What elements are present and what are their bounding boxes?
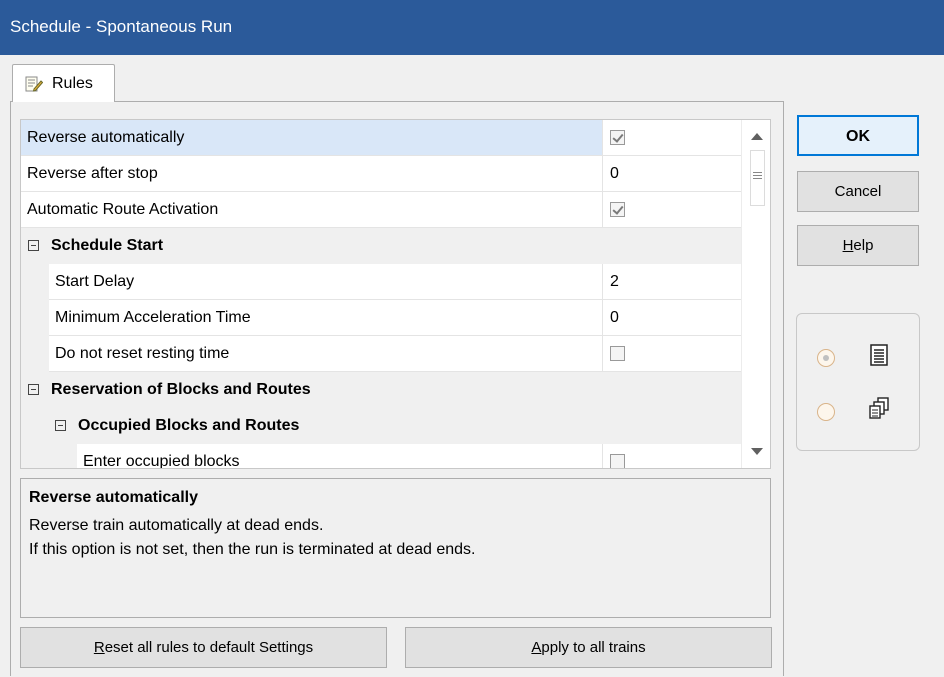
scroll-down-icon[interactable] [751,448,763,455]
rule-row-automatic-route-activation[interactable]: Automatic Route Activation [21,192,741,228]
tab-rules[interactable]: Rules [12,64,115,102]
single-list-icon [870,344,888,366]
indent-margin [21,336,49,372]
apply-label: pply to all trains [541,639,646,656]
rule-row-do-not-reset-resting-time[interactable]: Do not reset resting time [21,336,741,372]
vertical-scrollbar[interactable] [741,120,770,468]
title-bar: Schedule - Spontaneous Run [0,0,944,55]
reset-accelerator: R [93,639,105,656]
grip-line [753,175,762,176]
help-button[interactable]: Help [797,225,919,266]
scroll-up-icon[interactable] [751,133,763,140]
collapse-icon[interactable] [28,240,39,251]
grip-line [753,172,762,173]
help-label: elp [853,237,874,254]
reverse-automatically-checkbox[interactable] [610,130,625,145]
rule-label: Reverse automatically [21,120,603,156]
description-text-line1: Reverse train automatically at dead ends… [29,517,324,534]
rule-label: Minimum Acceleration Time [49,300,603,336]
indent-margin [21,444,77,468]
rule-row-reverse-automatically[interactable]: Reverse automatically [21,120,741,156]
minimum-acceleration-time-value[interactable]: 0 [603,300,741,336]
category-label: Reservation of Blocks and Routes [51,381,311,398]
collapse-icon[interactable] [28,384,39,395]
automatic-route-activation-checkbox[interactable] [610,202,625,217]
rule-label: Start Delay [49,264,603,300]
description-text-line2: If this option is not set, then the run … [29,541,476,558]
indent-margin [21,300,49,336]
category-header: Reservation of Blocks and Routes [21,372,741,408]
category-occupied-blocks-and-routes[interactable]: Occupied Blocks and Routes [21,408,741,444]
collapse-icon[interactable] [55,420,66,431]
start-delay-value[interactable]: 2 [603,264,741,300]
scroll-thumb[interactable] [750,150,765,206]
rule-label: Enter occupied blocks [77,444,603,468]
rule-row-reverse-after-stop[interactable]: Reverse after stop 0 [21,156,741,192]
description-panel: Reverse automatically Reverse train auto… [20,478,771,618]
apply-accelerator: A [531,639,542,656]
indent-margin [21,264,49,300]
rule-row-start-delay[interactable]: Start Delay 2 [21,264,741,300]
cancel-button[interactable]: Cancel [797,171,919,212]
do-not-reset-resting-time-checkbox[interactable] [610,346,625,361]
rules-edit-icon [25,76,43,92]
rule-row-enter-occupied-blocks[interactable]: Enter occupied blocks [21,444,741,468]
rule-label: Reverse after stop [21,156,603,192]
rule-label: Do not reset resting time [49,336,603,372]
description-title: Reverse automatically [29,489,198,506]
reset-all-rules-button[interactable]: Reset all rules to default Settings [20,627,387,668]
rule-row-minimum-acceleration-time[interactable]: Minimum Acceleration Time 0 [21,300,741,336]
view-single-radio[interactable] [817,349,835,367]
apply-to-all-trains-button[interactable]: Apply to all trains [405,627,772,668]
enter-occupied-blocks-checkbox[interactable] [610,454,625,468]
rule-label: Automatic Route Activation [21,192,603,228]
multi-copy-icon [869,397,889,419]
category-reservation-of-blocks[interactable]: Reservation of Blocks and Routes [21,372,741,408]
window-title: Schedule - Spontaneous Run [10,17,233,36]
category-label: Schedule Start [51,237,164,254]
category-header: Occupied Blocks and Routes [21,408,741,444]
view-multi-radio[interactable] [817,403,835,421]
grip-line [753,178,762,179]
rules-property-grid[interactable]: Reverse automatically Reverse after stop… [20,119,771,469]
reset-label: eset all rules to default Settings [104,639,314,656]
category-schedule-start[interactable]: Schedule Start [21,228,741,264]
help-accelerator: H [842,237,854,254]
ok-button[interactable]: OK [797,115,919,156]
category-label: Occupied Blocks and Routes [78,417,300,434]
category-header: Schedule Start [21,228,741,264]
reverse-after-stop-value[interactable]: 0 [603,156,741,192]
view-mode-group [796,313,920,451]
tab-rules-label: Rules [52,75,93,92]
